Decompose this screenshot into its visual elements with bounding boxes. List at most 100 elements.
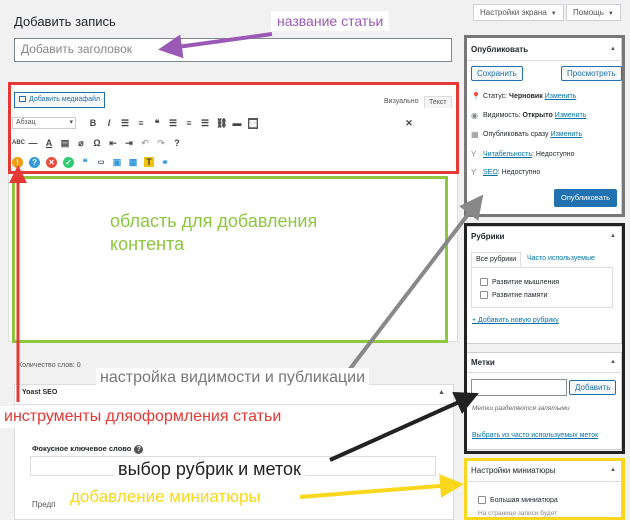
add-media-label: Добавить медиафайл <box>29 96 100 103</box>
warning-icon[interactable]: ! <box>12 156 23 168</box>
readability-link[interactable]: Читабельность <box>483 151 532 158</box>
add-media-button[interactable]: Добавить медиафайл <box>14 92 105 108</box>
status-label: Статус: <box>483 93 508 100</box>
error-icon[interactable]: ✕ <box>46 156 57 168</box>
outdent-icon[interactable]: ⇤ <box>108 138 118 149</box>
category-item[interactable]: Развитие мышления <box>480 278 559 286</box>
annotation-visibility: настройка видимости и публикации <box>96 368 370 388</box>
divider <box>466 60 622 61</box>
quote-icon[interactable]: ❝ <box>152 118 162 129</box>
horizontal-line-icon[interactable]: — <box>28 138 38 148</box>
caret-up-icon[interactable]: ▲ <box>610 467 616 473</box>
caret-up-icon[interactable]: ▲ <box>610 359 616 365</box>
change-status-link[interactable]: Изменить <box>545 93 577 100</box>
check-icon[interactable]: ✓ <box>63 156 74 168</box>
thumbnail-title: Настройки миниатюры <box>471 466 556 475</box>
tab-text[interactable]: Текст <box>424 96 452 108</box>
readability-row: Y Читабельность: Недоступно <box>471 150 575 159</box>
share-icon[interactable]: ⚭ <box>160 157 170 168</box>
choose-tags-link[interactable]: Выбрать из часто используемых меток <box>472 432 598 439</box>
publish-button[interactable]: Опубликовать <box>554 189 618 207</box>
blockquote-icon[interactable]: ❝ <box>80 157 90 168</box>
categories-list <box>471 268 613 308</box>
save-draft-button[interactable]: Сохранить <box>471 66 523 81</box>
text-color-icon[interactable]: A <box>44 138 54 148</box>
strikethrough-icon[interactable]: ABC <box>12 140 25 146</box>
add-category-link[interactable]: + Добавить новую рубрику <box>472 317 559 324</box>
bold-icon[interactable]: B <box>88 118 98 128</box>
redo-icon[interactable]: ↷ <box>156 138 166 149</box>
checkbox[interactable] <box>480 278 488 286</box>
numbered-list-icon[interactable]: ≡ <box>136 118 146 128</box>
caret-up-icon[interactable]: ▲ <box>438 389 445 396</box>
tags-input[interactable] <box>471 379 567 396</box>
tab-popular-categories[interactable]: Часто используемые <box>523 252 599 265</box>
undo-icon[interactable]: ↶ <box>140 138 150 149</box>
checkbox[interactable] <box>478 496 486 504</box>
seo-row: Y SEO: Недоступно <box>471 168 540 177</box>
readability-value: : Недоступно <box>532 151 575 158</box>
focus-keyword-label: Фокусное ключевое слово? <box>32 444 144 454</box>
preview-button[interactable]: Просмотреть <box>561 66 622 81</box>
preview-label: Предп <box>32 500 56 509</box>
toolbar-toggle-icon[interactable]: ▦ <box>248 117 258 129</box>
triangle-down-icon: ▼ <box>607 11 614 17</box>
category-item[interactable]: Развитие памяти <box>480 291 547 299</box>
screen-options-button[interactable]: Настройки экрана ▼ <box>473 4 564 21</box>
visibility-label: Видимость: <box>483 112 521 119</box>
clear-format-icon[interactable]: ⌀ <box>76 138 86 149</box>
page-title: Добавить запись <box>14 14 116 29</box>
divider <box>466 372 622 373</box>
content-area[interactable] <box>12 176 448 343</box>
categories-tabs: Все рубрики Часто используемые <box>471 252 613 268</box>
paste-text-icon[interactable]: ▤ <box>60 138 70 149</box>
word-count: Количество слов: 0 <box>18 362 81 369</box>
seo-link[interactable]: SEO <box>483 169 498 176</box>
divider <box>14 404 454 405</box>
tags-hint: Метки разделяются запятыми <box>472 405 570 412</box>
calendar-icon: ▦ <box>471 130 479 139</box>
align-left-icon[interactable]: ☰ <box>168 118 178 129</box>
fullscreen-icon[interactable]: ✕ <box>404 118 414 129</box>
schedule-row: ▦ Опубликовать сразу Изменить <box>471 130 582 139</box>
highlight-icon[interactable]: T <box>144 157 154 167</box>
caret-up-icon[interactable]: ▲ <box>610 233 616 239</box>
tab-visual[interactable]: Визуально <box>380 96 423 107</box>
align-center-icon[interactable]: ≡ <box>184 118 194 128</box>
tags-title: Метки <box>471 358 495 367</box>
status-value: Черновик <box>509 93 543 100</box>
toolbar-row-1: Абзац B I ☰ ≡ ❝ ☰ ≡ ☰ ⛓ ▬ ▦ ✕ <box>12 116 452 130</box>
title-input[interactable]: Добавить заголовок <box>14 38 452 62</box>
table-icon[interactable]: ▦ <box>128 157 138 168</box>
categories-title: Рубрики <box>471 232 505 241</box>
italic-icon[interactable]: I <box>104 118 114 128</box>
publish-title: Опубликовать <box>471 45 529 54</box>
help-icon[interactable]: ? <box>134 445 144 454</box>
help-button[interactable]: Помощь ▼ <box>566 4 621 21</box>
tab-all-categories[interactable]: Все рубрики <box>471 252 522 267</box>
link-icon[interactable]: ⛓ <box>216 118 227 129</box>
bullet-list-icon[interactable]: ☰ <box>120 118 130 129</box>
align-right-icon[interactable]: ☰ <box>200 118 210 129</box>
format-select[interactable]: Абзац <box>12 117 76 129</box>
toolbar-row-2: ABC — A ▤ ⌀ Ω ⇤ ⇥ ↶ ↷ ? <box>12 136 182 150</box>
question-icon[interactable]: ? <box>29 156 40 168</box>
add-tag-button[interactable]: Добавить <box>569 380 617 395</box>
read-more-icon[interactable]: ▬ <box>232 118 242 128</box>
yoast-icon: Y <box>471 150 477 159</box>
box-icon[interactable]: ▣ <box>112 157 122 168</box>
help-label: Помощь <box>573 8 604 17</box>
indent-icon[interactable]: ⇥ <box>124 138 134 149</box>
caret-up-icon[interactable]: ▲ <box>610 46 616 52</box>
large-thumbnail-option[interactable]: Большая миниатюра <box>478 496 558 504</box>
yoast-icon: Y <box>471 168 477 177</box>
screen-options-label: Настройки экрана <box>480 8 547 17</box>
change-visibility-link[interactable]: Изменить <box>555 112 587 119</box>
special-char-icon[interactable]: Ω <box>92 138 102 148</box>
checkbox[interactable] <box>480 291 488 299</box>
code-icon[interactable]: ▭ <box>96 158 106 166</box>
focus-keyword-text: Фокусное ключевое слово <box>32 444 132 453</box>
help-icon[interactable]: ? <box>172 138 182 148</box>
change-schedule-link[interactable]: Изменить <box>551 131 583 138</box>
status-row: 📍 Статус: Черновик Изменить <box>471 92 576 101</box>
